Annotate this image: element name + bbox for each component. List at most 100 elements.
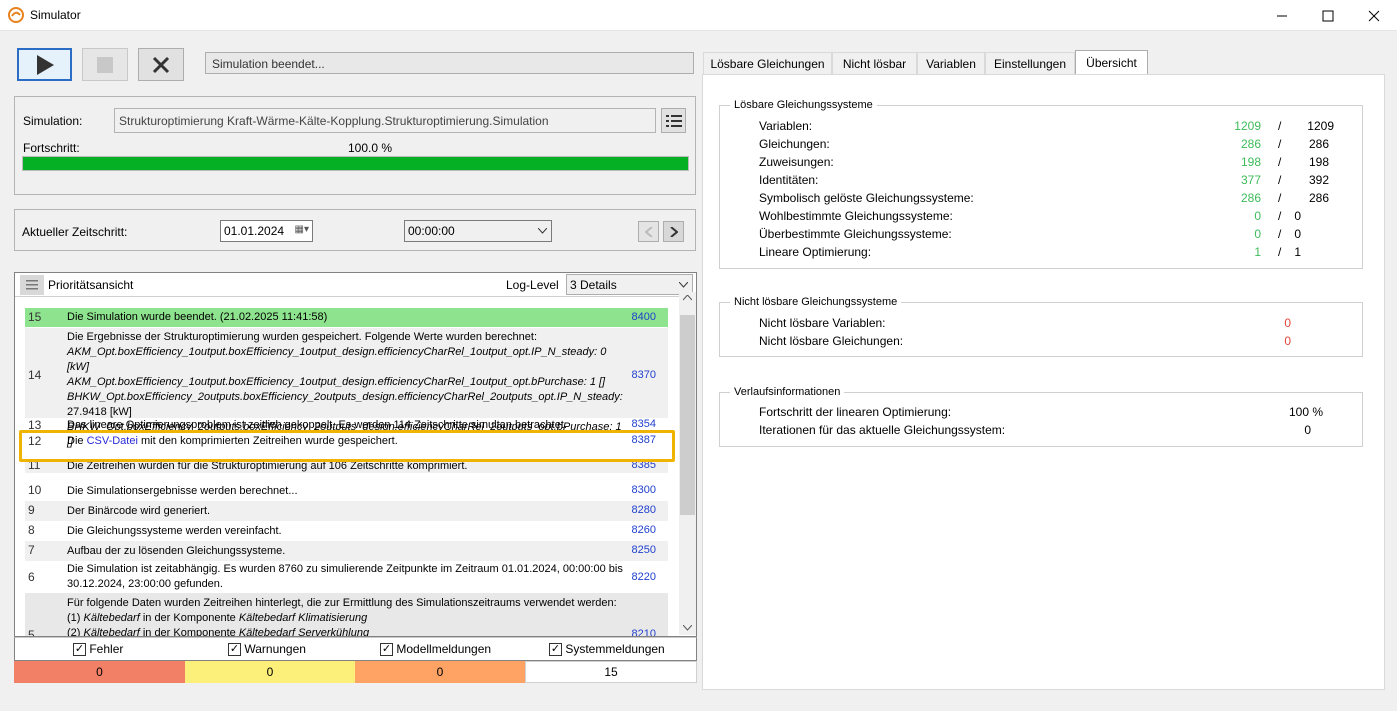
chevron-right-icon [669, 226, 678, 237]
maximize-icon [1322, 10, 1334, 21]
status-field: Simulation beendet... [205, 52, 694, 74]
log-row[interactable]: 5 Für folgende Daten wurden Zeitreihen h… [25, 593, 668, 636]
stat-total: 1 [1294, 245, 1301, 259]
log-header: Prioritätsansicht Log-Level 3 Details [15, 273, 696, 297]
chevron-down-icon [683, 625, 692, 631]
warning-count: 0 [185, 661, 355, 683]
stat-total: 392 [1308, 173, 1329, 187]
stat-label: Nicht lösbare Gleichungen: [759, 334, 904, 348]
log-row[interactable]: 7 Aufbau der zu lösenden Gleichungssyste… [25, 541, 668, 561]
log-row[interactable]: 10 Die Simulationsergebnisse werden bere… [25, 481, 668, 501]
list-icon [26, 280, 38, 290]
loglevel-value: 3 Details [570, 278, 617, 292]
chevron-down-icon [538, 228, 547, 234]
stop-button[interactable] [82, 48, 128, 81]
highlight-box [19, 430, 675, 462]
minimize-button[interactable] [1259, 0, 1305, 31]
stat-value: 0 [1304, 423, 1311, 437]
simulation-field: Strukturoptimierung Kraft-Wärme-Kälte-Ko… [114, 108, 656, 133]
checkbox-checked-icon: ✓ [228, 643, 241, 657]
log-row[interactable]: 6 Die Simulation ist zeitabhängig. Es wu… [25, 561, 668, 593]
stat-label: Variablen: [759, 119, 813, 133]
progress-bar [22, 156, 689, 171]
history-group: Verlaufsinformationen [719, 386, 1363, 447]
overview-panel: Lösbare Gleichungssysteme Variablen: 120… [702, 74, 1385, 690]
close-window-button[interactable] [1351, 0, 1397, 31]
filter-model[interactable]: ✓ Modellmeldungen [380, 642, 491, 657]
stat-value: 0 [1284, 334, 1291, 348]
stat-label: Symbolisch gelöste Gleichungssysteme: [759, 191, 974, 205]
stat-label: Wohlbestimmte Gleichungssysteme: [759, 209, 953, 223]
history-title: Verlaufsinformationen [730, 386, 845, 398]
system-count: 15 [525, 661, 697, 683]
date-value: 01.01.2024 [224, 224, 285, 238]
stat-total: 0 [1294, 209, 1301, 223]
next-timestep-button[interactable] [663, 221, 684, 242]
progress-text: 100.0 % [348, 141, 393, 155]
log-scrollbar[interactable] [679, 292, 696, 635]
stat-label: Zuweisungen: [759, 155, 834, 169]
title-bar: Simulator [0, 0, 1397, 31]
filter-warnings[interactable]: ✓ Warnungen [228, 642, 306, 657]
priority-toggle[interactable] [20, 275, 44, 295]
stat-value: 100 % [1288, 405, 1323, 419]
list-icon [665, 114, 682, 127]
chevron-down-icon [679, 282, 688, 288]
checkbox-checked-icon: ✓ [549, 643, 562, 657]
stat-label: Überbestimmte Gleichungssysteme: [759, 227, 952, 241]
tab-not-solvable[interactable]: Nicht lösbar [832, 52, 917, 74]
tab-solvable-equations[interactable]: Lösbare Gleichungen [703, 52, 832, 74]
close-icon [1368, 10, 1380, 21]
unsolvable-title: Nicht lösbare Gleichungssysteme [730, 296, 902, 308]
play-button[interactable] [17, 48, 72, 81]
window-title: Simulator [30, 8, 81, 22]
log-row[interactable]: 11 Die Zeitreihen wurden für die Struktu… [25, 461, 668, 473]
log-row[interactable]: 8 Die Gleichungssysteme werden vereinfac… [25, 521, 668, 541]
priority-view-label: Prioritätsansicht [48, 278, 134, 292]
stat-total: 286 [1308, 137, 1329, 151]
log-row[interactable]: 15 Die Simulation wurde beendet. (21.02.… [25, 308, 668, 327]
minimize-icon [1277, 15, 1287, 16]
prev-timestep-button[interactable] [638, 221, 659, 242]
tab-settings[interactable]: Einstellungen [985, 52, 1075, 74]
filter-system[interactable]: ✓ Systemmeldungen [549, 642, 665, 657]
checkbox-checked-icon: ✓ [380, 643, 393, 657]
stat-label: Iterationen für das aktuelle Gleichungss… [759, 423, 1006, 437]
filter-errors[interactable]: ✓ Fehler [73, 642, 123, 657]
progress-fill [23, 157, 688, 170]
stat-label: Identitäten: [759, 173, 819, 187]
date-picker[interactable]: 01.01.2024 ▦▾ [220, 220, 313, 242]
log-row[interactable]: 9 Der Binärcode wird generiert. 8280 [25, 501, 668, 521]
stat-total: 1209 [1307, 119, 1334, 133]
timestep-label: Aktueller Zeitschritt: [22, 225, 128, 239]
log-list: 15 Die Simulation wurde beendet. (21.02.… [15, 297, 679, 636]
chevron-left-icon [644, 226, 653, 237]
time-select[interactable]: 00:00:00 [404, 220, 552, 242]
x-icon [152, 56, 170, 73]
calendar-icon: ▦▾ [294, 224, 309, 235]
model-count: 0 [355, 661, 525, 683]
stat-total: 198 [1308, 155, 1329, 169]
solvable-title: Lösbare Gleichungssysteme [730, 99, 877, 111]
log-row[interactable]: 13 Das lineare Optimierungsproblem ist z… [25, 418, 668, 430]
loglevel-select[interactable]: 3 Details [566, 274, 693, 295]
progress-label: Fortschritt: [23, 141, 80, 155]
stat-label: Fortschritt der linearen Optimierung: [759, 405, 952, 419]
maximize-button[interactable] [1305, 0, 1351, 31]
log-row[interactable]: 14 Die Ergebnisse der Strukturoptimierun… [25, 328, 668, 448]
tab-overview[interactable]: Übersicht [1075, 50, 1148, 75]
stat-label: Lineare Optimierung: [759, 245, 872, 259]
play-icon [36, 54, 54, 75]
stat-total: 0 [1294, 227, 1301, 241]
loglevel-label: Log-Level [506, 278, 559, 292]
stat-label: Nicht lösbare Variablen: [759, 316, 886, 330]
time-value: 00:00:00 [408, 224, 455, 238]
cancel-button[interactable] [138, 48, 184, 81]
stat-value: 0 [1284, 316, 1291, 330]
stat-total: 286 [1308, 191, 1329, 205]
tab-variables[interactable]: Variablen [917, 52, 985, 74]
simulation-list-button[interactable] [661, 108, 686, 133]
checkbox-checked-icon: ✓ [73, 643, 86, 657]
scrollbar-thumb[interactable] [680, 315, 695, 515]
simulation-label: Simulation: [23, 114, 83, 128]
